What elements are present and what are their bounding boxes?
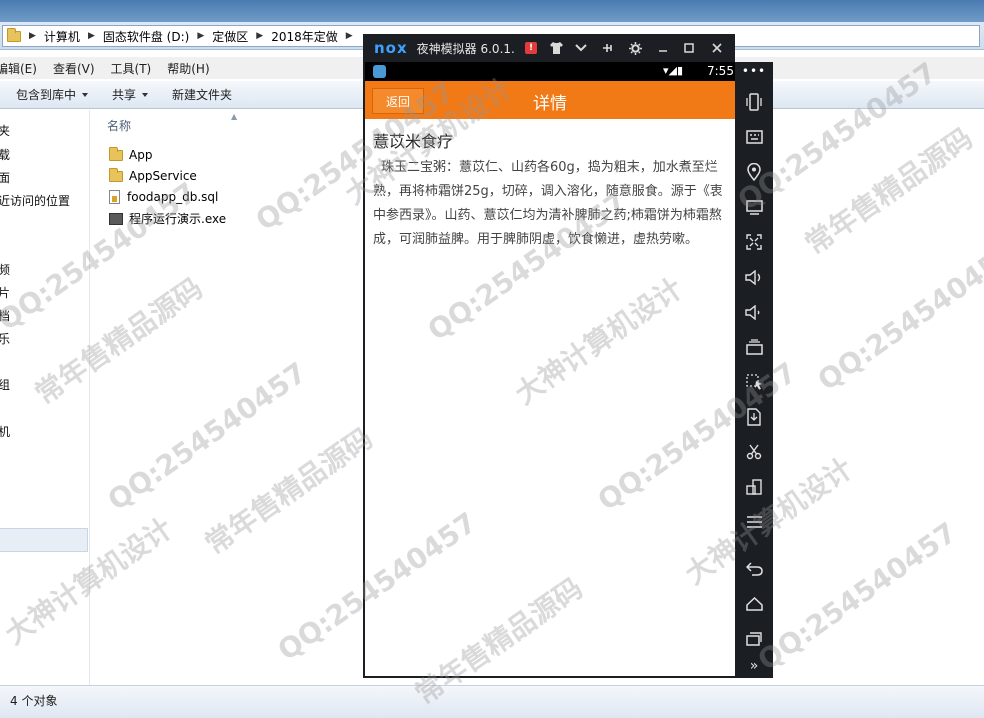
include-in-library-label: 包含到库中 <box>16 88 77 102</box>
emulator-title: 夜神模拟器 6.0.1. <box>416 41 515 56</box>
nox-logo: nox <box>374 39 408 57</box>
exe-file-icon <box>109 212 123 225</box>
macro-icon[interactable] <box>735 367 773 397</box>
nav-item-desktop[interactable]: 面 <box>0 169 10 186</box>
maximize-icon[interactable] <box>679 34 699 62</box>
android-screen: ▾◢▮ 7:55 返回 详情 薏苡米食疗 珠玉二宝粥：薏苡仁、山药各60g，捣为… <box>363 62 735 678</box>
collapse-toolbar-icon[interactable]: » <box>735 654 773 678</box>
breadcrumb-folder[interactable]: 定做区 <box>212 28 248 45</box>
scissors-icon[interactable] <box>735 437 773 467</box>
more-icon[interactable]: ••• <box>735 62 773 80</box>
location-icon[interactable] <box>735 157 773 187</box>
sql-file-icon <box>109 190 120 204</box>
file-row-exe[interactable]: 程序运行演示.exe <box>109 210 226 227</box>
menu-view[interactable]: 查看(V) <box>53 60 95 77</box>
nav-item-videos[interactable]: 频 <box>0 261 10 278</box>
gear-icon[interactable] <box>625 34 645 62</box>
explorer-status-bar: 4 个对象 <box>0 685 984 718</box>
item-count: 4 个对象 <box>10 694 58 708</box>
minimize-icon[interactable] <box>653 34 673 62</box>
nav-item-music[interactable]: 乐 <box>0 330 10 347</box>
nav-item-downloads[interactable]: 载 <box>0 146 10 163</box>
sort-caret-icon: ▲ <box>231 112 238 121</box>
menu-help[interactable]: 帮助(H) <box>167 60 209 77</box>
chevron-right-icon[interactable]: ▶ <box>346 31 353 41</box>
folder-icon <box>109 146 123 161</box>
file-name: App <box>129 148 153 162</box>
column-header-name[interactable]: 名称 <box>107 117 131 134</box>
keyboard-icon[interactable] <box>735 122 773 152</box>
home-icon[interactable] <box>735 589 773 619</box>
file-name: foodapp_db.sql <box>127 190 219 204</box>
navigation-pane: 夹 载 面 近访问的位置 频 片 档 乐 组 机 <box>0 110 90 685</box>
shake-icon[interactable] <box>735 87 773 117</box>
new-folder-button[interactable]: 新建文件夹 <box>172 86 232 103</box>
app-action-bar: 返回 详情 <box>365 81 735 119</box>
new-folder-label: 新建文件夹 <box>172 88 233 102</box>
detail-title: 薏苡米食疗 <box>373 132 454 151</box>
file-name: AppService <box>129 169 197 183</box>
nav-item-computer[interactable]: 机 <box>0 423 10 440</box>
nav-item-computer-selected[interactable] <box>0 528 88 552</box>
menu-edit[interactable]: 编辑(E) <box>0 60 37 77</box>
file-row-appservice[interactable]: AppService <box>109 167 197 183</box>
file-row-sql[interactable]: foodapp_db.sql <box>109 190 218 204</box>
signal-battery-icon: ▾◢▮ <box>663 64 684 77</box>
chevron-down-icon <box>82 92 89 97</box>
nav-item-pictures[interactable]: 片 <box>0 284 10 301</box>
share-button[interactable]: 共享 <box>112 86 149 103</box>
chevron-right-icon[interactable]: ▶ <box>197 31 204 41</box>
breadcrumb: ▶ 计算机 ▶ 固态软件盘 (D:) ▶ 定做区 ▶ 2018年定做 ▶ <box>21 28 361 45</box>
folder-icon <box>7 27 21 42</box>
app-notification-icon <box>373 65 386 78</box>
include-in-library-button[interactable]: 包含到库中 <box>16 86 89 103</box>
android-status-bar: ▾◢▮ 7:55 <box>365 62 735 81</box>
notification-badge-icon[interactable]: ! <box>523 34 539 62</box>
android-time: 7:55 <box>707 64 734 78</box>
menu-icon[interactable] <box>735 507 773 537</box>
emulator-side-toolbar: ••• » <box>735 62 773 678</box>
close-icon[interactable] <box>707 34 727 62</box>
screen-icon[interactable] <box>735 192 773 222</box>
shirt-icon[interactable] <box>546 34 566 62</box>
folder-icon <box>109 167 123 182</box>
chevron-down-icon <box>142 92 149 97</box>
recent-apps-icon[interactable] <box>735 624 773 654</box>
chevron-right-icon[interactable]: ▶ <box>29 31 36 41</box>
chevron-right-icon[interactable]: ▶ <box>88 31 95 41</box>
nav-item-recent[interactable]: 近访问的位置 <box>0 192 70 209</box>
nav-item-favorites[interactable]: 夹 <box>0 122 10 139</box>
multi-instance-icon[interactable] <box>735 332 773 362</box>
page-title: 详情 <box>533 94 567 114</box>
apk-install-icon[interactable] <box>735 402 773 432</box>
fullscreen-icon[interactable] <box>735 227 773 257</box>
breadcrumb-subfolder[interactable]: 2018年定做 <box>271 28 338 45</box>
volume-down-icon[interactable] <box>735 297 773 327</box>
breadcrumb-computer[interactable]: 计算机 <box>44 28 80 45</box>
pin-icon[interactable] <box>597 34 617 62</box>
nav-item-documents[interactable]: 档 <box>0 307 10 324</box>
detail-body: 珠玉二宝粥：薏苡仁、山药各60g，捣为粗末，加水煮至烂熟，再将柿霜饼25g，切碎… <box>373 160 723 247</box>
volume-up-icon[interactable] <box>735 262 773 292</box>
desktop-taskbar-strip <box>0 0 984 22</box>
share-label: 共享 <box>112 88 137 102</box>
breadcrumb-drive[interactable]: 固态软件盘 (D:) <box>103 28 189 45</box>
file-name: 程序运行演示.exe <box>129 212 227 226</box>
resize-icon[interactable] <box>735 472 773 502</box>
back-icon[interactable] <box>735 554 773 584</box>
nav-item-homegroup[interactable]: 组 <box>0 376 10 393</box>
file-row-app[interactable]: App <box>109 146 153 162</box>
chevron-down-icon[interactable] <box>571 34 591 62</box>
chevron-right-icon[interactable]: ▶ <box>256 31 263 41</box>
emulator-title-bar[interactable]: nox 夜神模拟器 6.0.1. ! <box>363 34 735 62</box>
menu-tools[interactable]: 工具(T) <box>111 60 152 77</box>
